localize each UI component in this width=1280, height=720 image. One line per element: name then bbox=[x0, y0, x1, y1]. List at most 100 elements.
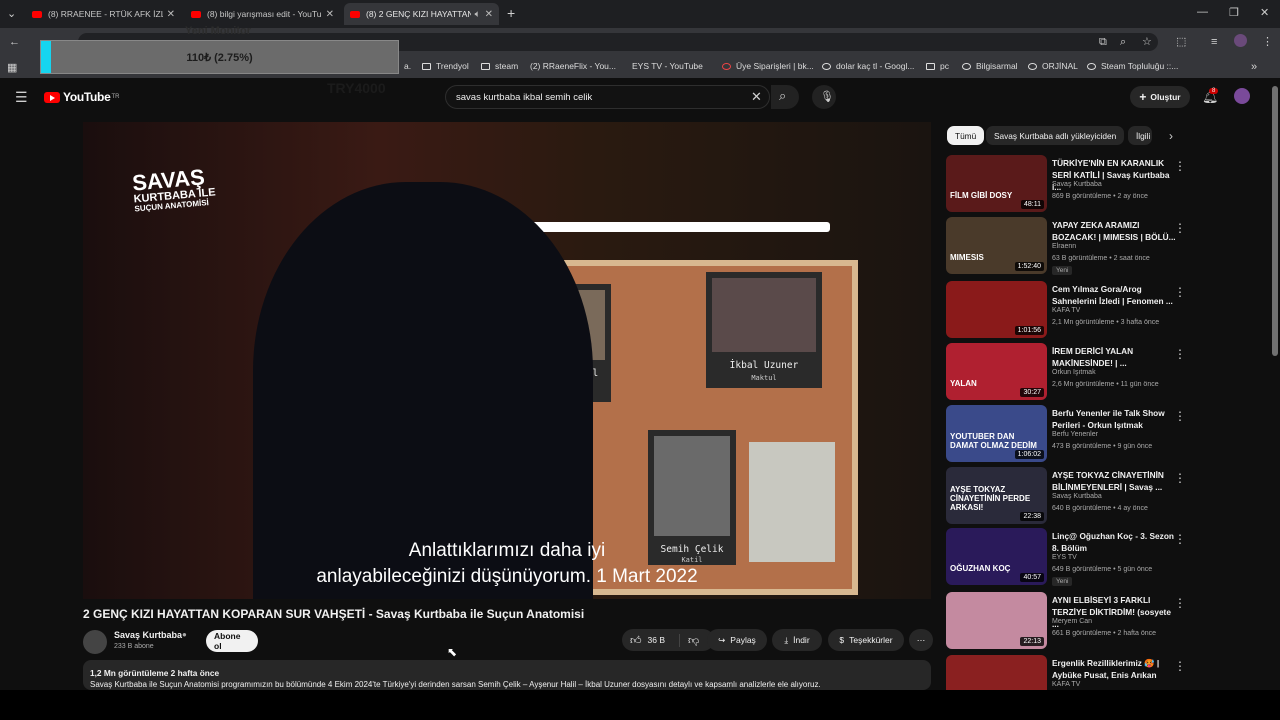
new-tab-icon[interactable]: + bbox=[507, 6, 515, 20]
bookmark-label: Bilgisarmal bbox=[976, 61, 1018, 71]
clear-search-icon[interactable]: ✕ bbox=[751, 90, 762, 104]
media-icon[interactable]: ≡ bbox=[1211, 35, 1217, 49]
search-button[interactable]: ⌕ bbox=[771, 85, 799, 109]
subscribe-button[interactable]: Abone ol bbox=[206, 630, 258, 652]
restore-icon[interactable]: ❐ bbox=[1229, 6, 1239, 19]
recommendation-title: Berfu Yenenler ile Talk Show Perileri - … bbox=[1052, 408, 1165, 430]
recommendation-item[interactable]: MIMESIS 1:52:40 YAPAY ZEKA ARAMIZI BOZACAK… bbox=[946, 217, 1272, 275]
recommendation-item[interactable]: 22:13 AYNI ELBİSEYİ 3 FARKLI TERZİYE DİKT… bbox=[946, 592, 1272, 650]
description-box[interactable]: 1,2 Mn görüntüleme 2 hafta önce Savaş Ku… bbox=[83, 660, 931, 690]
more-options-icon[interactable]: ⋮ bbox=[1174, 532, 1186, 546]
close-tab-icon[interactable]: ✕ bbox=[485, 9, 493, 20]
menu-dots-icon[interactable]: ⋮ bbox=[1262, 35, 1273, 49]
recommendation-channel: Orkun Işıtmak bbox=[1052, 369, 1096, 376]
account-avatar[interactable] bbox=[1234, 88, 1250, 104]
voice-search-button[interactable]: 🎙︎ bbox=[812, 85, 836, 109]
recommendation-thumbnail[interactable]: FİLM GİBİ DOSY 48:11 bbox=[946, 155, 1047, 212]
tab-list-icon[interactable]: ⌄ bbox=[7, 7, 16, 21]
like-button[interactable]: 👍︎ 36 B bbox=[630, 634, 665, 647]
recommendation-item[interactable]: 1:01:56 Cem Yılmaz Gora/Arog Sahnelerini … bbox=[946, 281, 1272, 339]
recommendation-item[interactable]: AYŞE TOKYAZ CİNAYETİNİN PERDE ARKASI! 22:… bbox=[946, 467, 1272, 525]
hamburger-menu-icon[interactable]: ☰ bbox=[15, 90, 28, 104]
download-button[interactable]: ⤓ İndir bbox=[772, 629, 822, 651]
create-button[interactable]: + Oluştur bbox=[1130, 86, 1190, 108]
photo-role: Maktul bbox=[751, 374, 777, 382]
microphone-icon: 🎙︎ bbox=[820, 91, 834, 103]
channel-avatar[interactable] bbox=[83, 630, 107, 654]
browser-tab[interactable]: (8) bilgi yarışması edit - YouTube ✕ bbox=[185, 3, 340, 25]
chevron-right-icon[interactable]: › bbox=[1169, 129, 1173, 143]
chip-all[interactable]: Tümü bbox=[947, 126, 985, 145]
recommendation-thumbnail[interactable]: 1:01:56 bbox=[946, 281, 1047, 338]
dislike-button[interactable]: 👎︎ bbox=[679, 633, 699, 647]
bookmark-item[interactable]: ORJİNAL bbox=[1028, 61, 1078, 71]
zoom-icon[interactable]: ⌕ bbox=[1120, 35, 1126, 49]
more-options-icon[interactable]: ⋮ bbox=[1174, 471, 1186, 485]
apps-grid-icon[interactable]: ▦ bbox=[7, 61, 17, 75]
more-options-icon[interactable]: ⋮ bbox=[1174, 409, 1186, 423]
presenter bbox=[253, 182, 593, 599]
bookmark-item[interactable]: Trendyol bbox=[422, 61, 469, 71]
photo-card: İkbal Uzuner Maktul bbox=[706, 272, 822, 388]
more-options-icon[interactable]: ⋮ bbox=[1174, 159, 1186, 173]
thumbnail-text: MIMESIS bbox=[950, 253, 984, 262]
more-options-icon[interactable]: ⋮ bbox=[1174, 285, 1186, 299]
bookmark-item[interactable]: Bilgisarmal bbox=[962, 61, 1018, 71]
more-actions-button[interactable]: ⋯ bbox=[909, 629, 933, 651]
thumbnail-text: YALAN bbox=[950, 379, 977, 388]
scrollbar-thumb[interactable] bbox=[1272, 86, 1278, 356]
bookmark-label: dolar kaç tl - Googl... bbox=[836, 61, 915, 71]
bookmark-item[interactable]: Üye Siparişleri | bk... bbox=[722, 61, 814, 71]
youtube-logo[interactable]: YouTube TR bbox=[44, 90, 119, 104]
bookmark-item[interactable]: a. bbox=[404, 61, 411, 71]
bookmark-item[interactable]: (2) RRaeneFlix - You... bbox=[530, 61, 616, 146]
recommendation-thumbnail[interactable]: YALAN 30:27 bbox=[946, 343, 1047, 400]
recommendation-item[interactable]: OĞUZHAN KOÇ 40:57 Linç@ Oğuzhan Koç - 3. S… bbox=[946, 528, 1272, 586]
close-tab-icon[interactable]: ✕ bbox=[326, 9, 334, 20]
recommendation-thumbnail[interactable]: MIMESIS 1:52:40 bbox=[946, 217, 1047, 274]
recommendation-thumbnail[interactable]: OĞUZHAN KOÇ 40:57 bbox=[946, 528, 1047, 585]
plus-icon: + bbox=[1139, 90, 1147, 104]
recommendation-thumbnail[interactable]: YOUTUBER DAN DAMAT OLMAZ DEDİM 1:06:02 bbox=[946, 405, 1047, 462]
new-badge: Yeni bbox=[1052, 266, 1073, 275]
recommendation-item[interactable]: YALAN 30:27 İREM DERİCİ YALAN MAKİNESİNDE!… bbox=[946, 343, 1272, 401]
notification-count: 8 bbox=[1209, 88, 1219, 94]
thumbnail-text: FİLM GİBİ DOSY bbox=[950, 191, 1013, 200]
new-badge: Yeni bbox=[1052, 577, 1073, 586]
more-options-icon[interactable]: ⋮ bbox=[1174, 596, 1186, 610]
more-options-icon[interactable]: ⋮ bbox=[1174, 347, 1186, 361]
speaker-icon[interactable]: 🔈︎ bbox=[475, 9, 481, 20]
minimize-icon[interactable]: — bbox=[1197, 6, 1208, 18]
close-window-icon[interactable]: ✕ bbox=[1260, 6, 1269, 19]
bookmark-star-icon[interactable]: ☆ bbox=[1142, 35, 1152, 49]
back-icon[interactable]: ← bbox=[9, 35, 20, 49]
bookmark-item[interactable]: steam bbox=[481, 61, 518, 71]
more-options-icon[interactable]: ⋮ bbox=[1174, 659, 1186, 673]
close-tab-icon[interactable]: ✕ bbox=[167, 9, 175, 20]
chip-related[interactable]: İlgili bbox=[1128, 126, 1153, 145]
recommendation-item[interactable]: FİLM GİBİ DOSY 48:11 TÜRKİYE'NİN EN KARANL… bbox=[946, 155, 1272, 213]
extensions-icon[interactable]: ⬚ bbox=[1176, 35, 1186, 49]
bookmark-item[interactable]: dolar kaç tl - Googl... bbox=[822, 61, 914, 71]
channel-name[interactable]: Savaş Kurtbaba bbox=[114, 630, 182, 640]
video-player[interactable]: Ayşenur Halil Maktul İkbal Uzuner Maktul… bbox=[83, 122, 931, 599]
bookmark-item[interactable]: Steam Topluluğu ::... bbox=[1087, 61, 1178, 71]
install-icon[interactable]: ⧉ bbox=[1099, 35, 1107, 49]
browser-tab[interactable]: (8) RRAENEE - RTÜK AFK İZLİYO ✕ bbox=[26, 3, 181, 25]
share-button[interactable]: ↪ Paylaş bbox=[707, 629, 767, 651]
bookmark-item[interactable]: EYS TV - YouTube bbox=[632, 61, 703, 146]
recommendation-item[interactable]: YOUTUBER DAN DAMAT OLMAZ DEDİM 1:06:02 Ber… bbox=[946, 405, 1272, 463]
browser-tab-active[interactable]: (8) 2 GENÇ KIZI HAYATTAN 🔈︎ ✕ bbox=[344, 3, 499, 25]
logo-text: YouTube bbox=[63, 90, 111, 104]
thanks-button[interactable]: $ Teşekkürler bbox=[828, 629, 904, 651]
more-bookmarks-icon[interactable]: » bbox=[1251, 60, 1257, 74]
more-options-icon[interactable]: ⋮ bbox=[1174, 221, 1186, 235]
profile-avatar[interactable] bbox=[1234, 34, 1247, 47]
photo-name: İkbal Uzuner bbox=[729, 360, 799, 371]
search-input[interactable]: savas kurtbaba ikbal semih celik bbox=[445, 85, 770, 109]
recommendation-thumbnail[interactable]: AYŞE TOKYAZ CİNAYETİNİN PERDE ARKASI! 22:… bbox=[946, 467, 1047, 524]
recommendation-thumbnail[interactable]: 22:13 bbox=[946, 592, 1047, 649]
bookmark-item[interactable]: pc bbox=[926, 61, 949, 71]
steam-icon bbox=[1087, 62, 1096, 70]
chip-from-uploader[interactable]: Savaş Kurtbaba adlı yükleyiciden bbox=[986, 126, 1125, 145]
